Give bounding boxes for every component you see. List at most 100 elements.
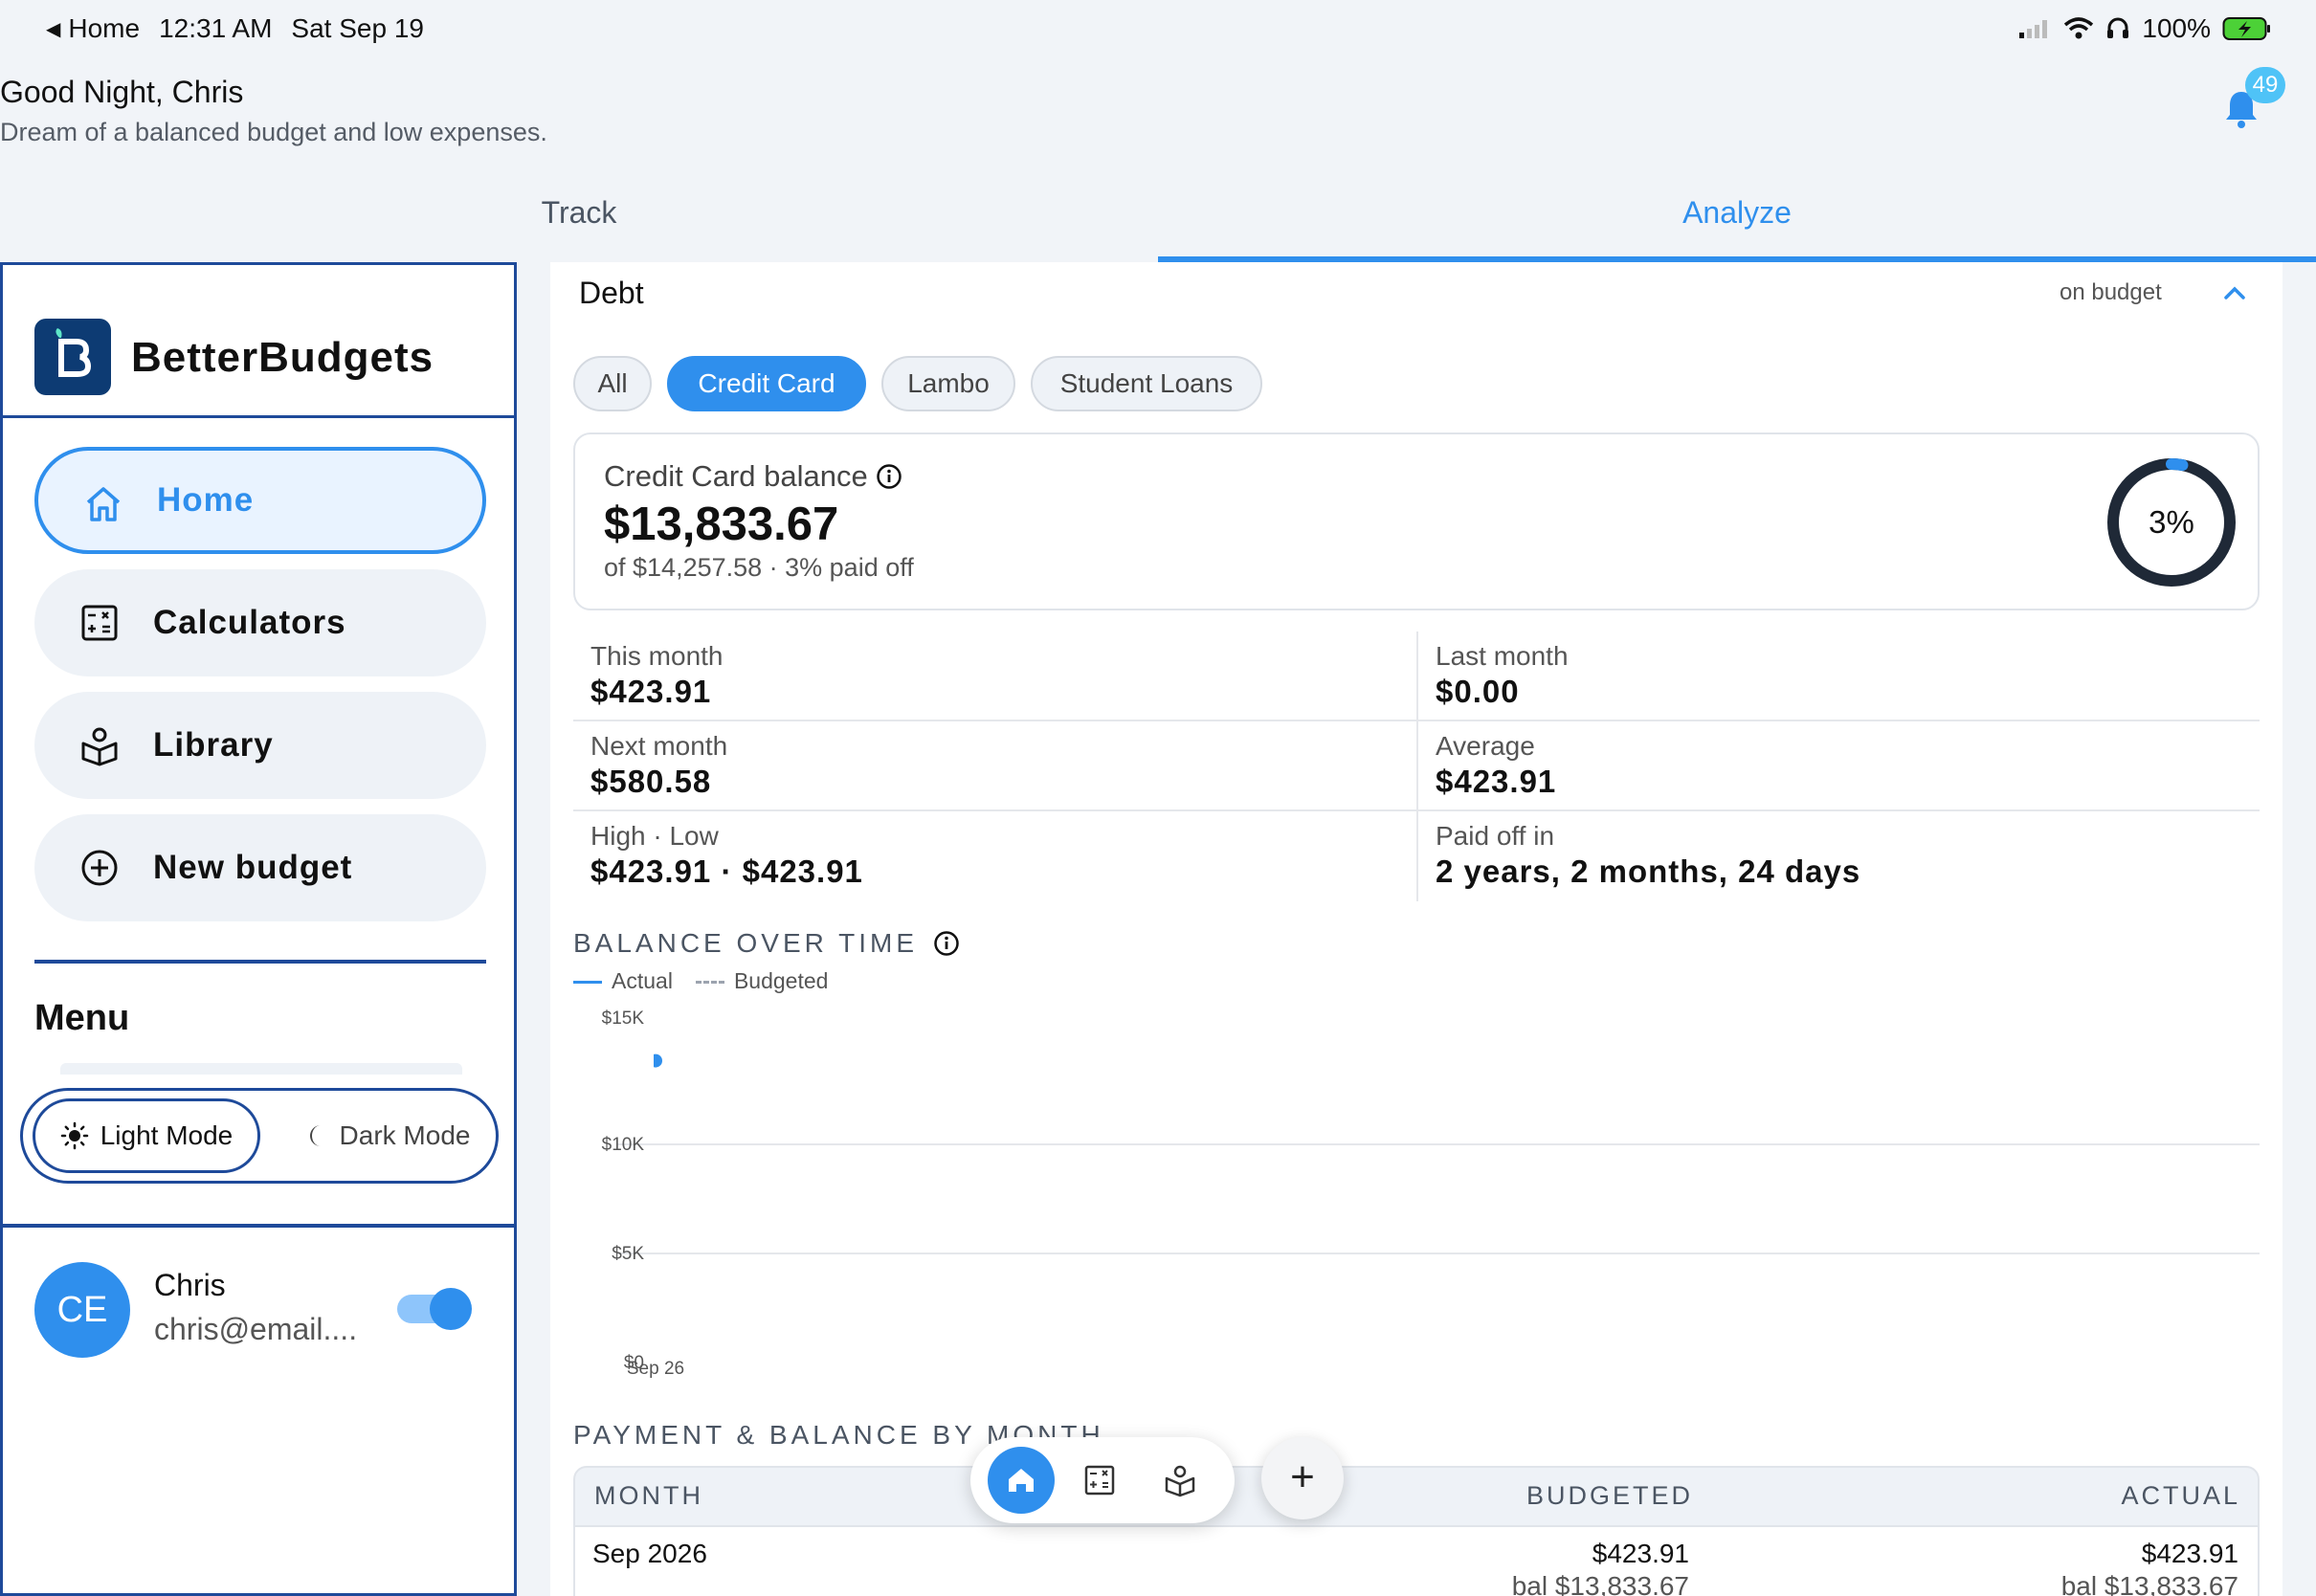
paid-off-ring-chart: 3% — [2107, 458, 2236, 587]
balance-card: Credit Card balance $13,833.67 of $14,25… — [573, 432, 2260, 610]
calculator-icon — [81, 605, 118, 641]
avatar[interactable]: CE — [34, 1262, 130, 1358]
status-time: 12:31 AM — [159, 13, 273, 43]
add-button[interactable]: + — [1261, 1437, 1344, 1519]
stat-key: Last month — [1436, 641, 1569, 671]
stat-value: $423.91 — [590, 674, 712, 709]
balance-label: Credit Card balance — [604, 459, 902, 494]
filter-chip-lambo[interactable]: Lambo — [881, 356, 1015, 411]
y-tick-label: $5K — [612, 1244, 644, 1264]
light-mode-button[interactable]: Light Mode — [33, 1098, 260, 1173]
balance-label-text: Credit Card balance — [604, 459, 868, 493]
debt-panel: Debt on budget All Credit Card Lambo Stu… — [550, 262, 2283, 1596]
row-month: Sep 2026 — [592, 1539, 707, 1568]
nav-home[interactable]: Home — [34, 447, 486, 554]
nav-library-label: Library — [153, 726, 274, 764]
info-icon[interactable] — [933, 930, 960, 957]
back-arrow-icon[interactable]: ◀ — [46, 17, 60, 41]
nav-new-budget[interactable]: New budget — [34, 814, 486, 921]
filter-chip-all[interactable]: All — [573, 356, 652, 411]
home-icon — [1009, 1469, 1034, 1492]
table-row[interactable]: Sep 2026 $423.91 bal $13,833.67 $423.91 … — [573, 1527, 2260, 1596]
stat-value: $423.91 — [1436, 764, 1557, 799]
dark-mode-label: Dark Mode — [339, 1120, 471, 1150]
tab-track[interactable]: Track — [0, 182, 1158, 262]
stat-key: This month — [590, 641, 724, 671]
plot-edge-mask — [642, 1054, 654, 1093]
moon-icon — [309, 1125, 321, 1146]
menu-divider — [34, 960, 486, 964]
chevron-up-icon[interactable] — [2220, 279, 2249, 308]
chart-legend: Actual Budgeted — [573, 968, 828, 994]
nav-new-budget-label: New budget — [153, 849, 353, 886]
tab-analyze[interactable]: Analyze — [1158, 182, 2316, 262]
notification-badge: 49 — [2245, 67, 2285, 103]
headphones-icon — [2107, 17, 2129, 38]
info-icon[interactable] — [876, 463, 902, 490]
menu-title: Menu — [34, 998, 130, 1038]
brand-header: BetterBudgets — [3, 265, 514, 418]
greeting: Good Night, Chris Dream of a balanced bu… — [0, 75, 547, 147]
balance-amount: $13,833.67 — [604, 499, 839, 550]
debt-status: on budget — [2060, 279, 2162, 305]
stat-average: Average $423.91 — [1418, 721, 2261, 811]
cellular-signal-icon — [2019, 20, 2048, 38]
menu-list-peek — [60, 1063, 462, 1075]
user-name: Chris — [154, 1268, 226, 1302]
stat-next-month: Next month $580.58 — [573, 721, 1416, 811]
nav-calculators-label: Calculators — [153, 604, 346, 641]
balance-over-time-title-text: BALANCE OVER TIME — [573, 928, 919, 958]
user-divider — [3, 1224, 514, 1228]
top-tabs: Track Analyze — [0, 182, 2316, 262]
dock-calculator-icon[interactable] — [1078, 1458, 1122, 1502]
legend-actual-swatch — [573, 981, 602, 985]
row-actual-balance: bal $13,833.67 — [2060, 1571, 2238, 1596]
nav-library[interactable]: Library — [34, 692, 486, 799]
stat-value: 2 years, 2 months, 24 days — [1436, 853, 1861, 889]
nav-calculators[interactable]: Calculators — [34, 569, 486, 676]
logo-b-icon — [56, 328, 92, 377]
balance-subtitle: of $14,257.58 · 3% paid off — [604, 553, 914, 582]
switch-knob — [430, 1288, 472, 1330]
user-toggle-switch[interactable] — [397, 1288, 472, 1330]
back-app-label[interactable]: Home — [68, 13, 140, 44]
stat-value: $580.58 — [590, 764, 712, 799]
greeting-subtitle: Dream of a balanced budget and low expen… — [0, 118, 547, 146]
legend-budgeted-label: Budgeted — [733, 968, 829, 993]
stat-value: $423.91 · $423.91 — [590, 853, 863, 889]
dock-home-button[interactable] — [988, 1447, 1055, 1514]
stat-key: Next month — [590, 731, 728, 761]
stat-high-low: High · Low $423.91 · $423.91 — [573, 811, 1416, 901]
status-date: Sat Sep 19 — [291, 13, 424, 43]
library-reader-icon — [81, 727, 118, 766]
payment-table-header: MONTH BUDGETED ACTUAL — [573, 1466, 2260, 1527]
y-tick-label: $10K — [602, 1135, 645, 1155]
paid-off-percent-label: 3% — [2149, 504, 2194, 540]
legend-actual: Actual — [573, 968, 673, 994]
legend-budgeted: Budgeted — [695, 968, 829, 994]
user-email: chris@email.... — [154, 1312, 358, 1346]
stat-key: Average — [1436, 731, 1535, 761]
add-circle-icon — [81, 850, 118, 886]
legend-budgeted-swatch — [695, 981, 724, 985]
theme-toggle: Light Mode Dark Mode — [20, 1088, 499, 1184]
stat-value: $0.00 — [1436, 674, 1520, 709]
light-mode-label: Light Mode — [100, 1120, 234, 1150]
col-budgeted: BUDGETED — [1525, 1481, 1693, 1510]
app-logo[interactable] — [34, 319, 111, 395]
home-icon — [86, 487, 121, 521]
row-budgeted: $423.91 — [1592, 1539, 1689, 1568]
filter-chip-student-loans[interactable]: Student Loans — [1031, 356, 1262, 411]
status-bar: ◀ Home 12:31 AM Sat Sep 19 100% — [0, 0, 2316, 61]
stat-key: High · Low — [590, 821, 719, 851]
row-actual: $423.91 — [2141, 1539, 2238, 1568]
col-month: MONTH — [594, 1481, 703, 1510]
balance-over-time-title: BALANCE OVER TIME — [573, 928, 960, 959]
dark-mode-button[interactable]: Dark Mode — [281, 1098, 492, 1173]
floating-dock — [970, 1437, 1235, 1523]
sun-icon — [60, 1121, 88, 1150]
x-tick-label: Sep 26 — [627, 1359, 684, 1379]
legend-actual-label: Actual — [612, 968, 673, 993]
filter-chip-credit-card[interactable]: Credit Card — [667, 356, 866, 411]
dock-library-icon[interactable] — [1158, 1458, 1202, 1502]
